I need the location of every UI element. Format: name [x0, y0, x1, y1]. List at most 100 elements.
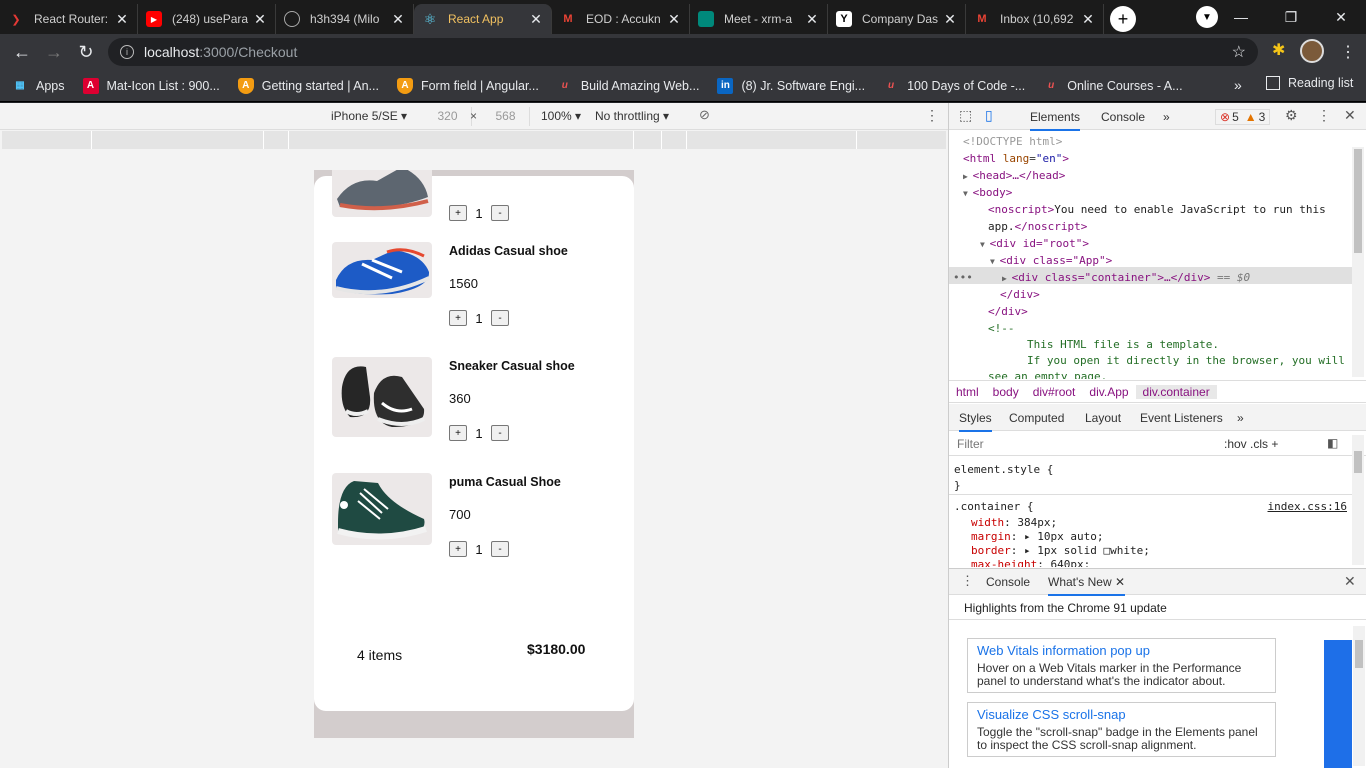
close-tab-icon[interactable]: ✕ — [529, 11, 543, 28]
bookmark-star-icon[interactable]: ☆ — [1232, 42, 1246, 62]
close-tab-icon[interactable]: ✕ — [943, 11, 957, 28]
drawer-tab-console[interactable]: Console — [986, 575, 1030, 589]
device-select[interactable]: iPhone 5/SE ▾ — [331, 109, 407, 123]
drawer-tab-whats-new[interactable]: What's New ✕ — [1048, 575, 1126, 596]
filter-options[interactable]: :hov .cls + — [1224, 437, 1278, 451]
forward-icon[interactable]: → — [38, 36, 70, 68]
inspect-element-icon[interactable]: ⬚ — [959, 107, 972, 124]
close-tab-icon[interactable]: ✕ — [115, 11, 129, 28]
toggle-sidebar-icon[interactable]: ◧ — [1327, 436, 1338, 450]
extensions-puzzle-icon[interactable]: ✱ — [1272, 40, 1285, 60]
decrease-qty-button[interactable]: - — [491, 425, 509, 441]
style-selector[interactable]: .container { — [954, 500, 1033, 513]
style-rule[interactable]: border: ▸ 1px solid □white; — [971, 544, 1150, 557]
settings-gear-icon[interactable]: ⚙ — [1285, 107, 1298, 124]
throttle-select[interactable]: No throttling ▾ — [595, 109, 669, 123]
browser-tab[interactable]: ❯ React Router: ✕ — [0, 4, 138, 34]
address-bar[interactable]: i localhost:3000/Checkout ☆ — [108, 38, 1258, 66]
device-width-input[interactable]: 320 — [424, 107, 472, 126]
breadcrumb-container[interactable]: div.container — [1135, 384, 1217, 399]
breadcrumb-html[interactable]: html — [949, 385, 986, 399]
bookmarks-overflow-button[interactable]: » — [1234, 77, 1242, 93]
style-rule[interactable]: margin: ▸ 10px auto; — [971, 530, 1103, 543]
browser-tab[interactable]: h3h394 (Milo ✕ — [276, 4, 414, 34]
device-toolbar-menu-icon[interactable]: ⋮ — [925, 107, 939, 124]
tab-computed[interactable]: Computed — [1009, 411, 1064, 425]
dom-line[interactable]: <html lang="en"> — [963, 152, 1069, 165]
back-icon[interactable]: ← — [6, 36, 38, 68]
whats-new-card[interactable]: Web Vitals information pop up Hover on a… — [967, 638, 1276, 693]
whats-new-card[interactable]: Visualize CSS scroll-snap Toggle the "sc… — [967, 702, 1276, 757]
tab-elements[interactable]: Elements — [1030, 110, 1081, 131]
browser-tab[interactable]: M EOD : Accukn ✕ — [552, 4, 690, 34]
devtools-menu-icon[interactable]: ⋮ — [1317, 107, 1331, 124]
bookmark-item[interactable]: u 100 Days of Code -... — [883, 78, 1025, 94]
bookmark-item[interactable]: u Build Amazing Web... — [557, 78, 700, 94]
breadcrumb-app[interactable]: div.App — [1082, 385, 1135, 399]
bookmark-item[interactable]: ▦ Apps — [12, 78, 64, 94]
node-actions-icon[interactable]: ••• — [953, 271, 973, 284]
dom-line[interactable]: app.</noscript> — [988, 220, 1087, 233]
decrease-qty-button[interactable]: - — [491, 541, 509, 557]
browser-tab-active[interactable]: ⚛ React App ✕ — [414, 4, 552, 34]
dom-scrollbar[interactable] — [1352, 147, 1364, 377]
rotate-icon[interactable]: ⊘ — [699, 107, 710, 123]
breadcrumb-root[interactable]: div#root — [1026, 385, 1083, 399]
tab-styles[interactable]: Styles — [959, 411, 992, 432]
close-tab-icon[interactable]: ✕ — [391, 11, 405, 28]
reading-list-button[interactable]: Reading list — [1266, 76, 1353, 90]
close-tab-icon[interactable]: ✕ — [805, 11, 819, 28]
new-tab-button[interactable]: + — [1110, 6, 1136, 32]
dom-line[interactable]: <!-- — [988, 322, 1015, 335]
tab-console[interactable]: Console — [1101, 110, 1145, 124]
whats-new-video-thumbnail[interactable] — [1324, 640, 1352, 768]
increase-qty-button[interactable]: + — [449, 310, 467, 326]
dom-line[interactable]: ▼ <div id="root"> — [980, 237, 1089, 250]
dom-line[interactable]: ▶ <head>…</head> — [963, 169, 1065, 182]
browser-tab[interactable]: M Inbox (10,692 ✕ — [966, 4, 1104, 34]
style-rule[interactable]: max-height: 640px; — [971, 558, 1090, 567]
close-tab-icon[interactable]: ✕ — [667, 11, 681, 28]
close-drawer-icon[interactable]: ✕ — [1344, 573, 1356, 590]
bookmark-item[interactable]: A Getting started | An... — [237, 77, 379, 94]
browser-menu-icon[interactable]: ⋮ — [1340, 42, 1356, 62]
more-tabs-button[interactable]: » — [1163, 110, 1170, 124]
browser-tab[interactable]: ▶ (248) usePara ✕ — [138, 4, 276, 34]
site-info-icon[interactable]: i — [120, 45, 134, 59]
maximize-icon[interactable]: ❐ — [1266, 9, 1316, 26]
device-height-input[interactable]: 568 — [482, 107, 530, 126]
style-source-link[interactable]: index.css:16 — [1268, 500, 1347, 513]
bookmark-item[interactable]: A Mat-Icon List : 900... — [82, 77, 220, 94]
whats-new-card-title[interactable]: Web Vitals information pop up — [977, 643, 1266, 658]
dom-line[interactable]: ▼ <div class="App"> — [990, 254, 1112, 267]
browser-tab[interactable]: Y Company Das ✕ — [828, 4, 966, 34]
zoom-select[interactable]: 100% ▾ — [541, 109, 581, 123]
whats-new-card-title[interactable]: Visualize CSS scroll-snap — [977, 707, 1266, 722]
whats-new-scrollbar[interactable] — [1353, 626, 1365, 766]
tab-search-icon[interactable]: ▼ — [1196, 6, 1218, 28]
dom-line[interactable]: </div> — [988, 305, 1028, 318]
issues-badge[interactable]: ⊗ 5 ▲ 3 — [1215, 109, 1271, 125]
bookmark-item[interactable]: u Online Courses - A... — [1043, 78, 1182, 94]
reload-icon[interactable]: ↻ — [70, 36, 102, 68]
decrease-qty-button[interactable]: - — [491, 205, 509, 221]
bookmark-item[interactable]: in (8) Jr. Software Engi... — [717, 77, 865, 94]
close-tab-icon[interactable]: ✕ — [1081, 11, 1095, 28]
dom-line-selected[interactable]: ▶ <div class="container">…</div> == $0 — [1002, 271, 1250, 284]
tab-layout[interactable]: Layout — [1085, 411, 1121, 425]
decrease-qty-button[interactable]: - — [491, 310, 509, 326]
breadcrumb-body[interactable]: body — [986, 385, 1026, 399]
bookmark-item[interactable]: A Form field | Angular... — [396, 77, 539, 94]
dom-line[interactable]: <noscript>You need to enable JavaScript … — [988, 203, 1326, 216]
increase-qty-button[interactable]: + — [449, 541, 467, 557]
close-devtools-icon[interactable]: ✕ — [1344, 107, 1356, 124]
style-selector[interactable]: element.style { — [954, 463, 1053, 476]
minimize-icon[interactable]: — — [1216, 9, 1266, 25]
more-style-tabs-button[interactable]: » — [1237, 411, 1244, 425]
dom-line[interactable]: </div> — [1000, 288, 1040, 301]
increase-qty-button[interactable]: + — [449, 425, 467, 441]
tab-event-listeners[interactable]: Event Listeners — [1140, 411, 1223, 425]
dom-line[interactable]: ▼ <body> — [963, 186, 1012, 199]
filter-input[interactable]: Filter — [957, 437, 984, 451]
styles-scrollbar[interactable] — [1352, 435, 1364, 565]
